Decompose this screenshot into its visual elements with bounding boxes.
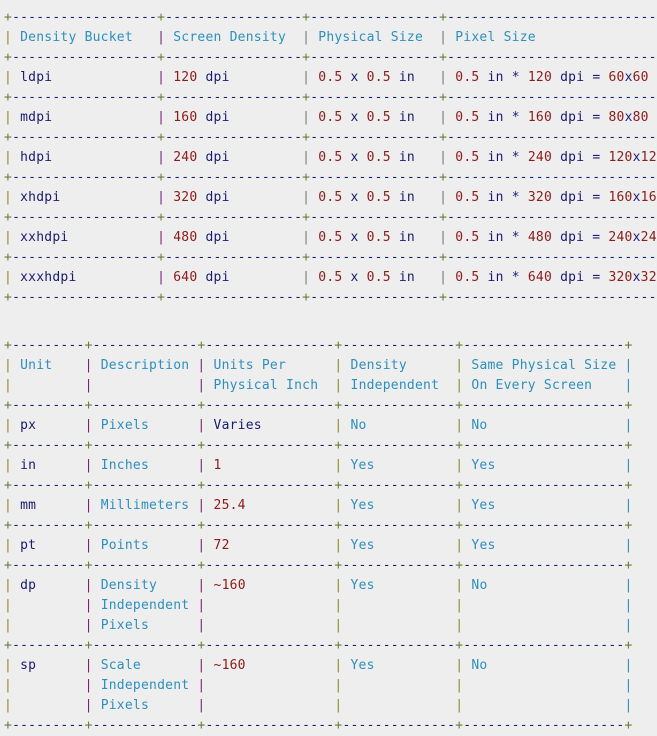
density-buckets-table: +------------------+-----------------+--… (4, 10, 657, 305)
units-comparison-table: +---------+-------------+---------------… (4, 338, 633, 733)
ascii-tables-document: +------------------+-----------------+--… (0, 0, 657, 736)
table-separator-gap (4, 308, 657, 336)
